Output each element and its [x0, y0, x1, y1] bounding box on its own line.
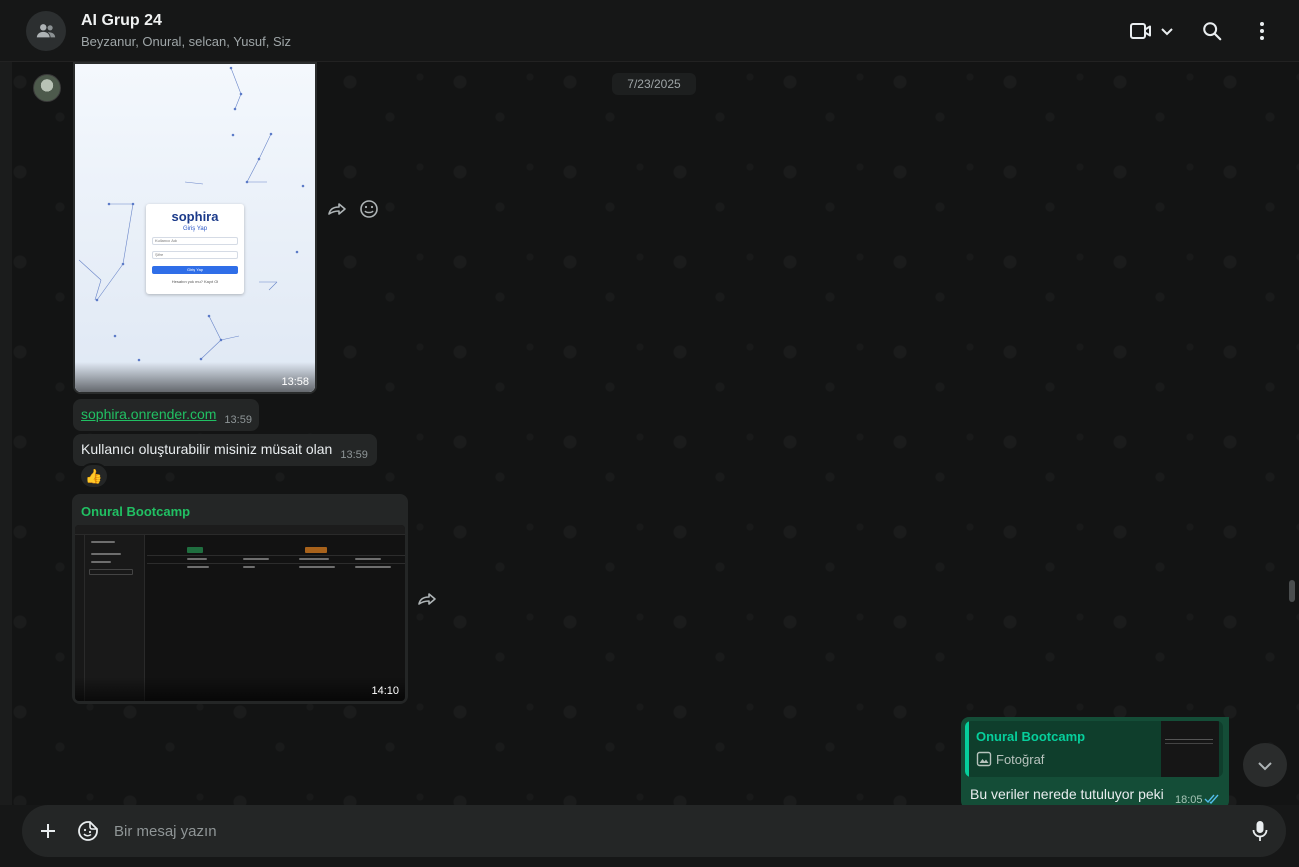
screenshot-text-line [91, 541, 115, 543]
image-preview[interactable]: 14:10 [75, 525, 405, 701]
screenshot-schema-select [89, 569, 133, 575]
forward-icon [328, 203, 346, 215]
screenshot-text-line [243, 566, 255, 568]
quoted-type: Fotoğraf [976, 751, 1044, 767]
date-separator: 7/23/2025 [612, 73, 696, 95]
chat-title[interactable]: AI Grup 24 [81, 12, 162, 30]
screenshot-text-line [299, 558, 329, 560]
plus-icon [41, 824, 55, 838]
message-list[interactable]: 7/23/2025 sophira Giriş Yap Kullanıcı Ad… [0, 62, 1299, 805]
voice-message-button[interactable] [1246, 817, 1274, 845]
screenshot-text-line [299, 566, 335, 568]
message-input[interactable] [114, 819, 1214, 843]
double-check-icon [1204, 794, 1219, 804]
password-field-preview: Şifre [152, 251, 238, 259]
emoji-icon [360, 200, 378, 218]
attach-button[interactable] [34, 817, 62, 845]
message-text: Kullanıcı oluşturabilir misiniz müsait o… [81, 441, 333, 457]
image-shade [75, 677, 405, 701]
image-shade [75, 362, 315, 392]
text-message[interactable]: Kullanıcı oluşturabilir misiniz müsait o… [73, 434, 377, 466]
image-preview[interactable]: sophira Giriş Yap Kullanıcı Adı Şifre Gi… [75, 64, 315, 392]
scrollbar-thumb[interactable] [1289, 580, 1295, 602]
sender-avatar[interactable] [33, 74, 61, 102]
chat-header: AI Grup 24 Beyzanur, Onural, selcan, Yus… [0, 0, 1299, 62]
video-call-button[interactable] [1126, 15, 1178, 47]
screenshot-toolbar [75, 525, 405, 535]
forward-icon [418, 593, 436, 605]
sophira-logo: sophira [171, 209, 219, 224]
screenshot-text-line [355, 566, 391, 568]
image-message[interactable]: Onural Bootcamp 14:10 [72, 494, 408, 704]
screenshot-row-divider [147, 563, 405, 564]
search-icon [1203, 22, 1222, 41]
quoted-type-label: Fotoğraf [996, 751, 1045, 767]
thumbnail-line [1165, 743, 1213, 744]
sticker-button[interactable] [74, 817, 102, 845]
sender-name[interactable]: Onural Bootcamp [81, 504, 190, 519]
group-avatar[interactable] [26, 11, 66, 51]
screenshot-text-line [355, 558, 381, 560]
search-button[interactable] [1197, 15, 1227, 47]
whatsapp-chat-window: AI Grup 24 Beyzanur, Onural, selcan, Yus… [0, 0, 1299, 867]
message-composer [22, 805, 1286, 857]
screenshot-row-divider [147, 555, 405, 556]
message-time: 14:10 [371, 685, 399, 697]
message-time: 13:59 [340, 449, 368, 461]
screenshot-warning-badge [305, 547, 327, 553]
sticker-icon [78, 821, 98, 841]
chat-members[interactable]: Beyzanur, Onural, selcan, Yusuf, Siz [81, 34, 291, 49]
scroll-to-bottom-button[interactable] [1243, 743, 1287, 787]
react-button[interactable] [357, 197, 381, 221]
composer-area [0, 805, 1299, 867]
photo-icon [976, 751, 992, 767]
microphone-icon [1252, 821, 1268, 841]
chevron-down-icon [1258, 762, 1272, 771]
username-field-preview: Kullanıcı Adı [152, 237, 238, 245]
video-call-icon [1130, 23, 1151, 39]
register-link-preview: Hesabın yok mu? Kayıt Ol [171, 279, 219, 284]
login-title: Giriş Yap [182, 226, 208, 232]
message-time: 13:58 [281, 376, 309, 388]
image-message[interactable]: sophira Giriş Yap Kullanıcı Adı Şifre Gi… [73, 62, 317, 394]
menu-button[interactable] [1248, 15, 1276, 47]
quoted-sender: Onural Bootcamp [976, 729, 1086, 744]
screenshot-text-line [91, 561, 111, 563]
thumbs-up-reaction[interactable]: 👍 [79, 463, 109, 489]
screenshot-text-line [243, 558, 269, 560]
screenshot-text-line [91, 553, 121, 555]
screenshot-text-line [187, 558, 207, 560]
screenshot-text-line [187, 566, 209, 568]
quoted-thumbnail [1161, 721, 1219, 777]
link-message[interactable]: sophira.onrender.com 13:59 [73, 399, 259, 431]
forward-button[interactable] [415, 587, 439, 611]
forward-button[interactable] [325, 197, 349, 221]
message-link[interactable]: sophira.onrender.com [81, 406, 216, 422]
message-time: 13:59 [224, 414, 252, 426]
screenshot-insert-button [187, 547, 203, 553]
chevron-down-icon [1161, 28, 1173, 36]
quote-accent-bar [965, 721, 969, 777]
menu-icon [1260, 22, 1264, 40]
login-card-preview: sophira Giriş Yap Kullanıcı Adı Şifre Gi… [146, 204, 244, 294]
quoted-message[interactable]: Onural Bootcamp Fotoğraf [965, 721, 1223, 777]
thumbnail-line [1165, 739, 1213, 740]
outgoing-message[interactable]: Onural Bootcamp Fotoğraf Bu veriler nere… [961, 717, 1229, 805]
login-button-preview: Giriş Yap [152, 266, 238, 274]
message-time: 18:05 [1175, 794, 1203, 805]
group-icon [36, 24, 56, 38]
message-text: Bu veriler nerede tutuluyor peki [970, 786, 1164, 802]
left-rail [0, 62, 12, 805]
